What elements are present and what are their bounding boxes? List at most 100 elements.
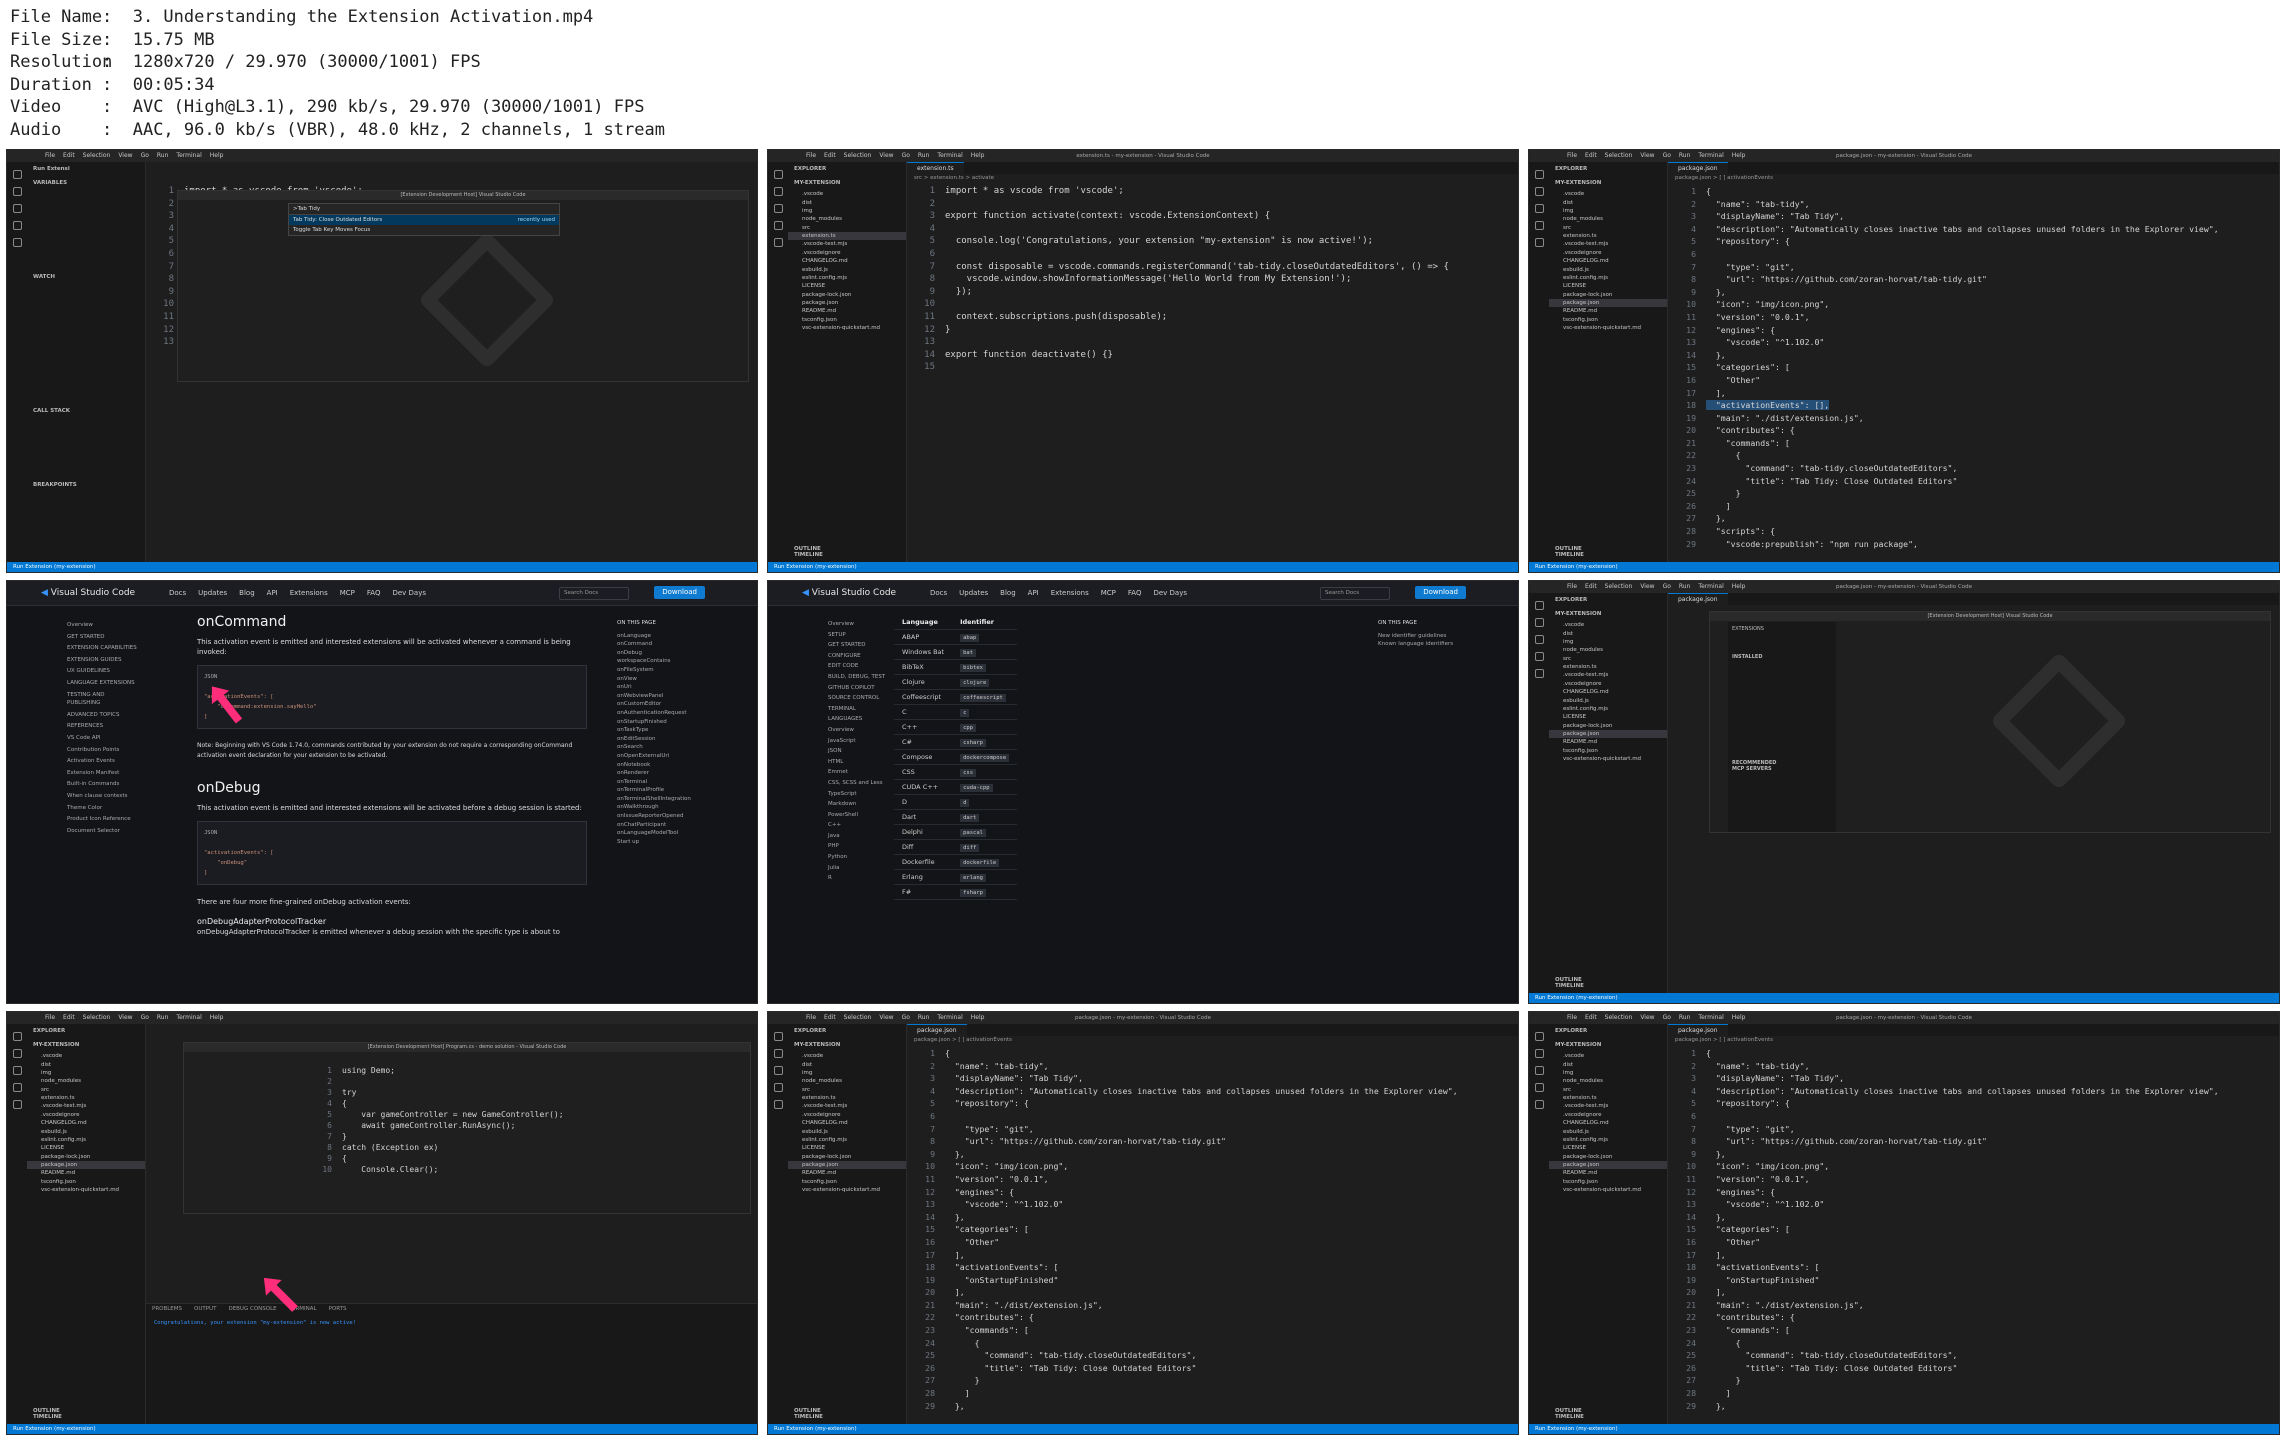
file-item[interactable]: README.md <box>1549 1169 1667 1177</box>
file-item[interactable]: eslint.config.mjs <box>1549 1136 1667 1144</box>
file-item[interactable]: src <box>788 224 906 232</box>
file-item[interactable]: dist <box>1549 198 1667 206</box>
file-item[interactable]: img <box>1549 207 1667 215</box>
file-item[interactable]: dist <box>27 1060 145 1068</box>
nav-link[interactable]: CONFIGURE <box>828 653 898 661</box>
nav-link[interactable]: HTML <box>828 759 898 767</box>
nav-link[interactable]: New identifier guidelines <box>1378 632 1488 641</box>
menu-terminal[interactable]: Terminal <box>176 1014 201 1021</box>
nav-dev-days[interactable]: Dev Days <box>392 589 426 597</box>
nav-link[interactable]: GET STARTED <box>67 633 137 642</box>
file-item[interactable]: .vscodeignore <box>27 1111 145 1119</box>
nav-link[interactable]: onEditSession <box>617 735 727 744</box>
file-item[interactable]: CHANGELOG.md <box>788 1119 906 1127</box>
project-folder[interactable]: MY-EXTENSION <box>1549 176 1667 190</box>
file-item[interactable]: .vscode-test.mjs <box>1549 1102 1667 1110</box>
nav-mcp[interactable]: MCP <box>1101 589 1116 597</box>
file-item[interactable]: vsc-extension-quickstart.md <box>1549 755 1667 763</box>
file-item[interactable]: tsconfig.json <box>788 316 906 324</box>
nav-link[interactable]: onCustomEditor <box>617 700 727 709</box>
nav-link[interactable]: Start up <box>617 838 727 847</box>
file-item[interactable]: .vscode-test.mjs <box>27 1102 145 1110</box>
menu-view[interactable]: View <box>118 152 132 159</box>
nav-docs[interactable]: Docs <box>930 589 947 597</box>
file-item[interactable]: dist <box>1549 1060 1667 1068</box>
file-item[interactable]: LICENSE <box>27 1144 145 1152</box>
nav-link[interactable]: EDIT CODE <box>828 663 898 671</box>
file-item[interactable]: extension.ts <box>788 1094 906 1102</box>
nav-link[interactable]: onIssueReporterOpened <box>617 812 727 821</box>
file-item[interactable]: README.md <box>1549 307 1667 315</box>
code-editor[interactable]: 1{2 "name": "tab-tidy", 3 "displayName": … <box>907 1045 1518 1424</box>
nav-link[interactable]: VS Code API <box>67 734 137 743</box>
file-item[interactable]: esbuild.js <box>1549 696 1667 704</box>
nav-link[interactable]: onStartupFinished <box>617 718 727 727</box>
nav-link[interactable]: EXTENSION CAPABILITIES <box>67 644 137 653</box>
file-item[interactable]: package-lock.json <box>27 1153 145 1161</box>
file-item[interactable]: esbuild.js <box>27 1127 145 1135</box>
project-folder[interactable]: MY-EXTENSION <box>1549 607 1667 621</box>
file-item[interactable]: package-lock.json <box>1549 1153 1667 1161</box>
nav-link[interactable]: onWalkthrough <box>617 803 727 812</box>
menu-file[interactable]: File <box>45 152 55 159</box>
nav-link[interactable]: TERMINAL <box>828 706 898 714</box>
nav-blog[interactable]: Blog <box>1000 589 1015 597</box>
file-item[interactable]: img <box>1549 1069 1667 1077</box>
menu-help[interactable]: Help <box>210 1014 224 1021</box>
nav-blog[interactable]: Blog <box>239 589 254 597</box>
nav-link[interactable]: REFERENCES <box>67 722 137 731</box>
file-item[interactable]: eslint.config.mjs <box>1549 705 1667 713</box>
file-item[interactable]: .vscode <box>788 190 906 198</box>
file-item[interactable]: .vscode-test.mjs <box>1549 240 1667 248</box>
code-editor[interactable]: 1{2 "name": "tab-tidy", 3 "displayName": … <box>1668 183 2279 562</box>
nav-link[interactable]: Python <box>828 854 898 862</box>
nav-link[interactable]: Overview <box>828 621 898 629</box>
nav-api[interactable]: API <box>267 589 278 597</box>
nav-link[interactable]: GITHUB COPILOT <box>828 685 898 693</box>
file-item[interactable]: img <box>788 207 906 215</box>
menu-file[interactable]: File <box>45 1014 55 1021</box>
file-item[interactable]: esbuild.js <box>788 265 906 273</box>
file-item[interactable]: extension.ts <box>1549 663 1667 671</box>
file-item[interactable]: vsc-extension-quickstart.md <box>1549 324 1667 332</box>
file-item[interactable]: node_modules <box>1549 215 1667 223</box>
nav-link[interactable]: GET STARTED <box>828 642 898 650</box>
tab-extension-ts[interactable]: extension.ts <box>907 162 964 175</box>
file-item[interactable]: tsconfig.json <box>788 1178 906 1186</box>
file-item[interactable]: img <box>1549 638 1667 646</box>
file-item[interactable]: tsconfig.json <box>1549 1178 1667 1186</box>
file-item[interactable]: LICENSE <box>1549 1144 1667 1152</box>
file-item[interactable]: LICENSE <box>1549 713 1667 721</box>
nav-link[interactable]: onAuthenticationRequest <box>617 709 727 718</box>
nav-link[interactable]: Java <box>828 833 898 841</box>
menu-go[interactable]: Go <box>141 152 149 159</box>
file-item[interactable]: package.json <box>1549 729 1667 739</box>
menu-run[interactable]: Run <box>157 152 169 159</box>
nav-link[interactable]: Contribution Points <box>67 746 137 755</box>
menu-terminal[interactable]: Terminal <box>176 152 201 159</box>
project-folder[interactable]: MY-EXTENSION <box>27 1038 145 1052</box>
file-item[interactable]: .vscode <box>1549 190 1667 198</box>
nav-link[interactable]: Product Icon Reference <box>67 815 137 824</box>
nav-faq[interactable]: FAQ <box>1128 589 1142 597</box>
file-item[interactable]: vsc-extension-quickstart.md <box>788 324 906 332</box>
nav-link[interactable]: onUri <box>617 683 727 692</box>
nav-link[interactable]: workspaceContains <box>617 657 727 666</box>
menu-edit[interactable]: Edit <box>63 1014 75 1021</box>
nav-link[interactable]: onSearch <box>617 743 727 752</box>
nav-link[interactable]: Built-in Commands <box>67 780 137 789</box>
nav-link[interactable]: Theme Color <box>67 804 137 813</box>
timeline-header[interactable]: TIMELINE <box>794 552 823 558</box>
file-item[interactable]: package.json <box>788 1160 906 1170</box>
file-item[interactable]: .vscodeignore <box>788 1111 906 1119</box>
file-item[interactable]: LICENSE <box>788 282 906 290</box>
file-item[interactable]: img <box>788 1069 906 1077</box>
nav-updates[interactable]: Updates <box>959 589 988 597</box>
file-item[interactable]: package-lock.json <box>788 291 906 299</box>
file-item[interactable]: esbuild.js <box>1549 265 1667 273</box>
nav-link[interactable]: onView <box>617 675 727 684</box>
tab-package-json[interactable]: package.json <box>1668 1024 1728 1037</box>
file-item[interactable]: dist <box>788 198 906 206</box>
nav-link[interactable]: JSON <box>828 748 898 756</box>
file-item[interactable]: eslint.config.mjs <box>788 1136 906 1144</box>
